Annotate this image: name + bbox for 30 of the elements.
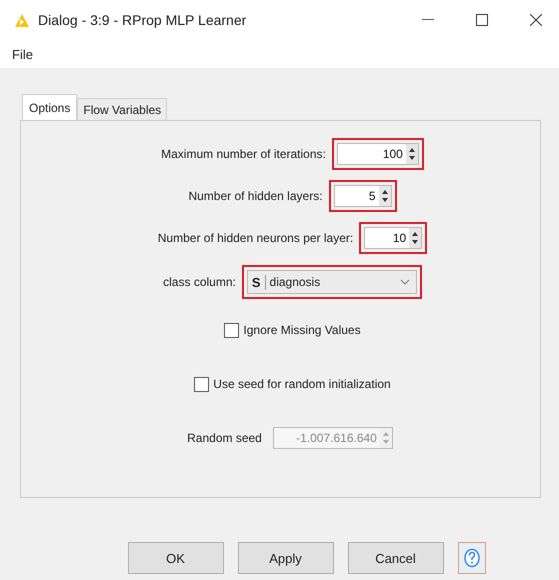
tab[interactable]: Flow Variables (77, 98, 168, 121)
spinner-arrows-icon[interactable] (406, 144, 418, 164)
checkbox-label: Use seed for random initialization (213, 377, 391, 391)
close-icon (530, 14, 542, 26)
spinner-arrows-icon[interactable] (378, 186, 391, 206)
field-label: class column: (163, 275, 236, 289)
dialog-button[interactable]: OK (128, 542, 224, 574)
field-label: Number of hidden layers: (188, 189, 323, 203)
number-spinner[interactable]: 100 (336, 143, 419, 165)
help-button[interactable] (458, 542, 486, 574)
field-label: Random seed (187, 431, 262, 445)
maximize-icon (476, 14, 488, 26)
chevron-icon (400, 279, 410, 285)
spinner-arrows-icon[interactable] (409, 228, 422, 248)
checkbox[interactable] (194, 376, 210, 392)
column-dropdown[interactable]: S diagnosis (246, 270, 417, 294)
number-spinner[interactable]: 10 (364, 227, 422, 249)
dialog-button[interactable]: Cancel (348, 542, 444, 574)
checkbox-label: Ignore Missing Values (243, 323, 361, 337)
dialog-button[interactable]: Apply (238, 542, 334, 574)
window-title: Dialog - 3:9 - RProp MLP Learner (38, 12, 248, 28)
warning-triangle-icon (14, 12, 30, 28)
help-icon (462, 548, 480, 568)
tab[interactable]: Options (22, 94, 78, 121)
number-spinner[interactable]: 5 (334, 185, 392, 207)
minimize-icon (422, 19, 434, 21)
menu-item[interactable]: File (8, 44, 37, 64)
field-label: Number of hidden neurons per layer: (158, 231, 354, 245)
checkbox[interactable] (224, 322, 240, 338)
field-label: Maximum number of iterations: (161, 147, 326, 161)
